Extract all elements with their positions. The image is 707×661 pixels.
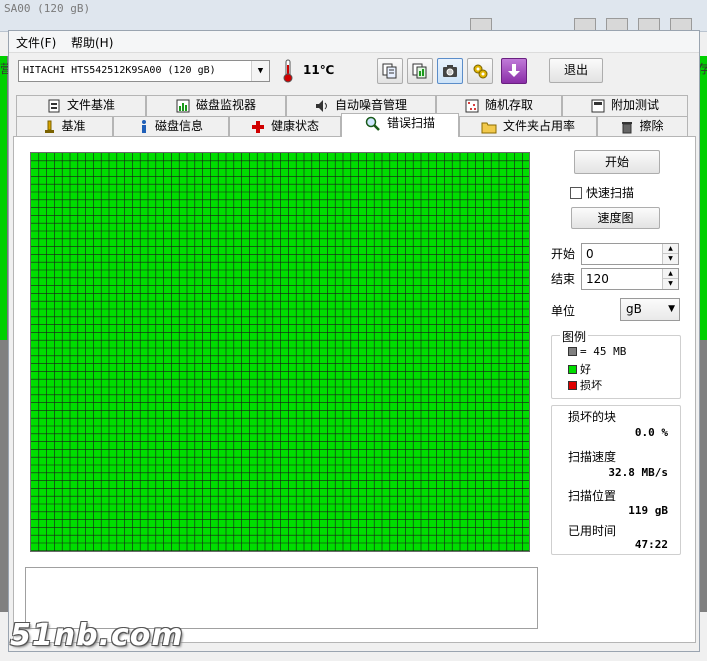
bad-blocks-value: 0.0 % xyxy=(634,426,668,439)
screenshot-camera-icon xyxy=(443,65,457,77)
screenshot-button[interactable] xyxy=(437,58,463,84)
menu-help[interactable]: 帮助(H) xyxy=(71,34,113,51)
magnifier-icon xyxy=(365,116,380,131)
tab-label: 附加测试 xyxy=(610,98,659,112)
legend-block-swatch xyxy=(568,347,577,356)
trash-icon xyxy=(622,121,633,133)
tab-health[interactable]: 健康状态 xyxy=(229,116,341,137)
tab-label: 磁盘监视器 xyxy=(195,98,256,112)
tab-row-bottom: 基准 磁盘信息 健康状态 错误扫描 文件夹占用率 擦除 xyxy=(9,113,699,137)
random-access-icon xyxy=(465,99,479,112)
speed-map-button[interactable]: 速度图 xyxy=(571,207,660,229)
background-window-titlebar: SA00 (120 gB) xyxy=(0,0,707,32)
legend-block-size: = 45 MB xyxy=(568,345,626,358)
toolbar: HITACHI HTS542512K9SA00 (120 gB) ▼ 11℃ 退… xyxy=(9,53,699,89)
spin-down-icon[interactable]: ▼ xyxy=(662,279,678,289)
bad-blocks-label: 损坏的块 xyxy=(568,410,617,424)
chevron-down-icon[interactable]: ▼ xyxy=(668,299,675,320)
scan-position-label: 扫描位置 xyxy=(568,489,617,503)
scan-block-grid xyxy=(30,152,530,552)
tab-label: 磁盘信息 xyxy=(154,119,203,133)
spin-up-icon[interactable]: ▲ xyxy=(662,269,678,279)
thermometer-icon xyxy=(283,59,293,83)
legend-title: 图例 xyxy=(560,328,589,345)
elapsed-time-value: 47:22 xyxy=(634,538,668,551)
health-cross-icon xyxy=(251,120,264,133)
quick-scan-label: 快速扫描 xyxy=(586,186,635,200)
stats-group: 损坏的块 0.0 % 扫描速度 32.8 MB/s 扫描位置 119 gB 已用… xyxy=(551,405,681,555)
error-scan-panel: 开始 快速扫描 速度图 开始 0 ▲ ▼ 结束 120 ▲ ▼ 单位 gB ▼ … xyxy=(13,136,696,643)
spin-up-icon[interactable]: ▲ xyxy=(662,244,678,254)
drive-select-value: HITACHI HTS542512K9SA00 (120 gB) xyxy=(23,65,216,76)
hdtune-window: 文件(F) 帮助(H) HITACHI HTS542512K9SA00 (120… xyxy=(8,30,700,652)
legend-good-swatch xyxy=(568,365,577,374)
tab-label: 健康状态 xyxy=(270,119,319,133)
scan-speed-label: 扫描速度 xyxy=(568,450,617,464)
start-scan-button[interactable]: 开始 xyxy=(574,150,660,174)
download-icon xyxy=(508,64,520,77)
temperature-value: 11℃ xyxy=(303,63,335,77)
download-button[interactable] xyxy=(501,58,527,84)
exit-button[interactable]: 退出 xyxy=(549,58,603,83)
good-blocks-area xyxy=(31,153,529,551)
file-benchmark-icon xyxy=(48,99,60,112)
scan-grid-canvas xyxy=(31,153,529,551)
background-window-title: SA00 (120 gB) xyxy=(4,2,91,15)
spin-down-icon[interactable]: ▼ xyxy=(662,254,678,264)
copy-info-icon xyxy=(382,63,397,79)
tab-label: 文件基准 xyxy=(66,98,115,112)
tab-label: 擦除 xyxy=(639,119,664,133)
tab-label: 基准 xyxy=(61,119,86,133)
tab-extra-tests[interactable]: 附加测试 xyxy=(562,95,688,116)
folder-icon xyxy=(481,122,497,133)
settings-icon xyxy=(473,64,488,79)
info-icon xyxy=(141,119,146,133)
tab-erase[interactable]: 擦除 xyxy=(597,116,688,137)
tab-error-scan[interactable]: 错误扫描 xyxy=(341,113,459,137)
end-label: 结束 xyxy=(551,272,576,286)
speaker-icon xyxy=(315,99,327,112)
end-value: 120 xyxy=(586,272,609,286)
unit-label: 单位 xyxy=(551,304,576,318)
background-window-left-unscanned xyxy=(0,340,8,612)
scan-speed-value: 32.8 MB/s xyxy=(608,466,668,479)
elapsed-time-label: 已用时间 xyxy=(568,524,617,538)
benchmark-icon xyxy=(45,120,55,133)
tab-label: 错误扫描 xyxy=(386,116,435,130)
copy-info-button[interactable] xyxy=(377,58,403,84)
scan-position-value: 119 gB xyxy=(628,504,668,517)
menu-bar: 文件(F) 帮助(H) xyxy=(9,31,699,53)
quick-scan-checkbox[interactable]: 快速扫描 xyxy=(570,184,634,201)
chevron-down-icon[interactable]: ▼ xyxy=(251,61,269,81)
start-label: 开始 xyxy=(551,247,576,261)
menu-file[interactable]: 文件(F) xyxy=(16,34,56,51)
tab-benchmark[interactable]: 基准 xyxy=(16,116,113,137)
tab-file-benchmark[interactable]: 文件基准 xyxy=(16,95,146,116)
watermark-logo: 51nb.com xyxy=(10,618,184,653)
tab-label: 自动噪音管理 xyxy=(334,98,407,112)
copy-report-button[interactable] xyxy=(407,58,433,84)
checkbox-box[interactable] xyxy=(570,187,582,199)
unit-value: gB xyxy=(626,302,642,316)
disk-monitor-icon xyxy=(176,99,190,112)
tab-folder-usage[interactable]: 文件夹占用率 xyxy=(459,116,597,137)
drive-select[interactable]: HITACHI HTS542512K9SA00 (120 gB) ▼ xyxy=(18,60,270,82)
tab-label: 文件夹占用率 xyxy=(502,119,575,133)
legend-bad-swatch xyxy=(568,381,577,390)
start-spinner[interactable]: 0 ▲ ▼ xyxy=(581,243,679,265)
settings-button[interactable] xyxy=(467,58,493,84)
start-value: 0 xyxy=(586,247,594,261)
end-spinner[interactable]: 120 ▲ ▼ xyxy=(581,268,679,290)
copy-report-icon xyxy=(412,63,427,79)
legend-group: 图例 = 45 MB 好 损坏 xyxy=(551,328,681,399)
extra-tests-icon xyxy=(591,99,605,112)
tab-disk-info[interactable]: 磁盘信息 xyxy=(113,116,229,137)
unit-select[interactable]: gB ▼ xyxy=(620,298,680,321)
tab-disk-monitor[interactable]: 磁盘监视器 xyxy=(146,95,286,116)
legend-bad: 损坏 xyxy=(568,377,602,393)
legend-good: 好 xyxy=(568,361,591,377)
tab-label: 随机存取 xyxy=(484,98,533,112)
